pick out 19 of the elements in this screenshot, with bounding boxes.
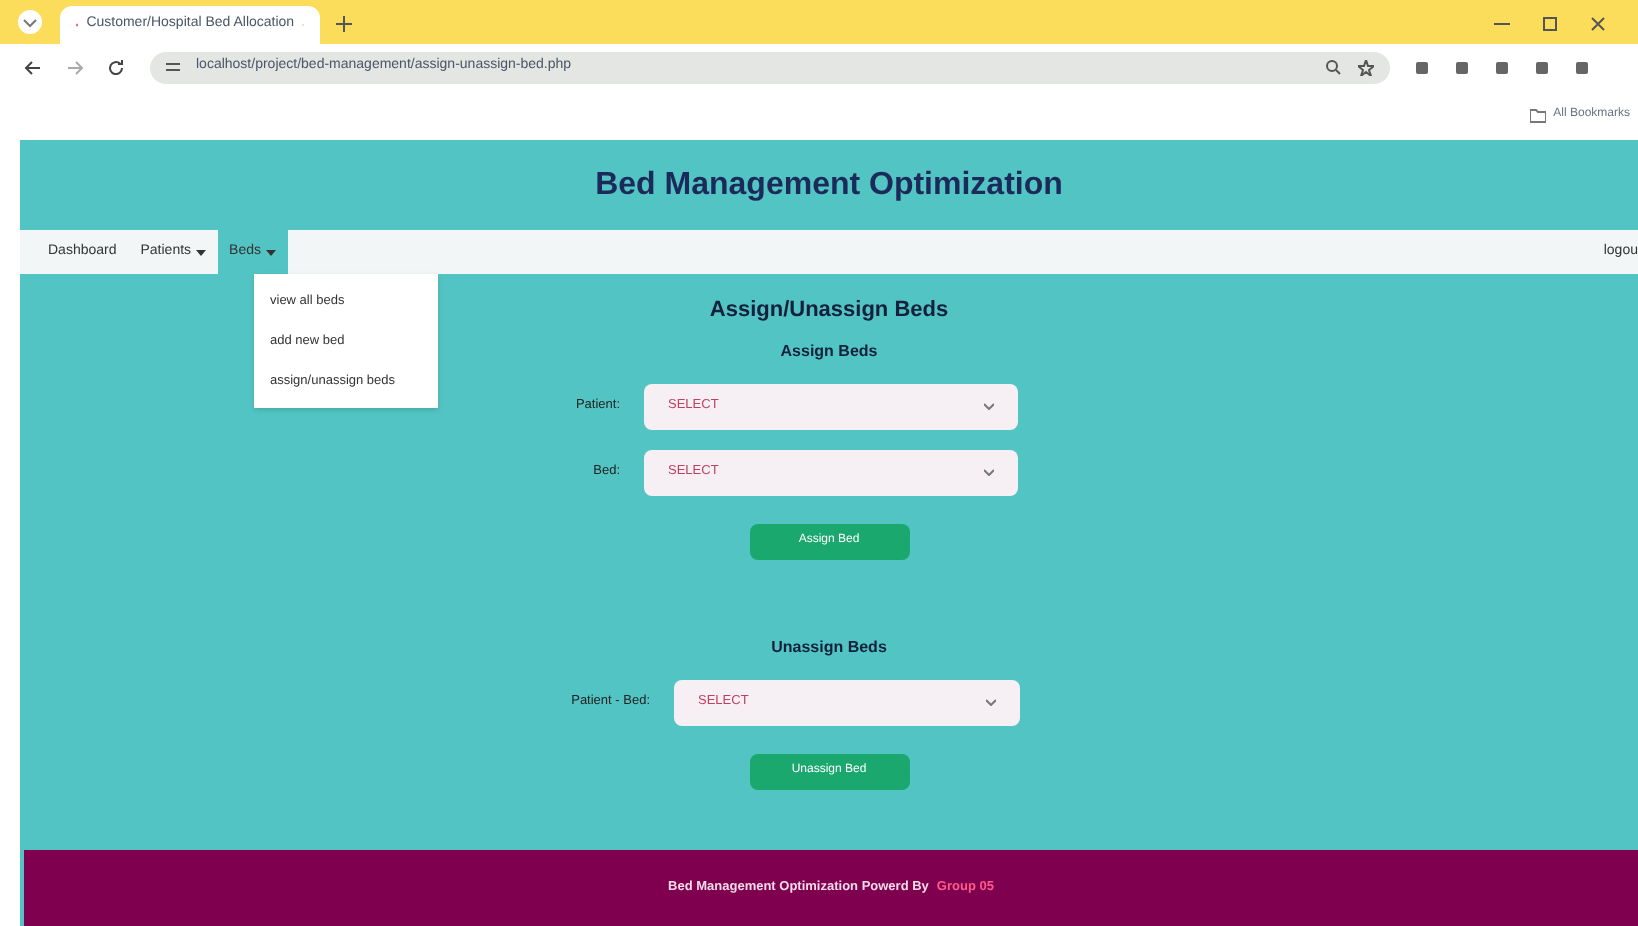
- reload-icon[interactable]: [108, 59, 126, 75]
- star-icon[interactable]: [1358, 59, 1374, 75]
- tab-search-icon[interactable]: [16, 8, 44, 36]
- chevron-icon[interactable]: [984, 468, 994, 476]
- new-tab-icon[interactable]: [336, 16, 352, 32]
- folder-icon[interactable]: [1529, 107, 1546, 123]
- site-info-icon[interactable]: [166, 60, 180, 74]
- close-window-icon[interactable]: [1590, 16, 1606, 32]
- chevron-icon[interactable]: [984, 402, 994, 410]
- zoom-icon[interactable]: [1326, 59, 1342, 75]
- page-heading: Assign/Unassign Beds: [709, 296, 949, 326]
- section-heading: Assign Beds: [780, 339, 878, 363]
- chevron-icon[interactable]: [986, 698, 996, 706]
- caret-icon[interactable]: [265, 249, 276, 255]
- section-heading: Unassign Beds: [771, 635, 887, 659]
- maximize-icon[interactable]: [1542, 16, 1558, 32]
- site-title: Bed Management Optimization: [595, 165, 1063, 205]
- caret-icon[interactable]: [195, 249, 206, 255]
- back-icon[interactable]: [24, 59, 42, 75]
